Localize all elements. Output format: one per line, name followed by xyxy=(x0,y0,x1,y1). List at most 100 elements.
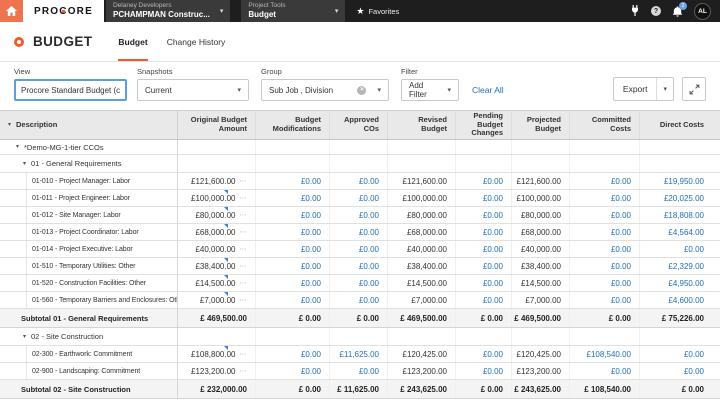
drilldown-value-link[interactable]: £0.00 xyxy=(359,177,379,186)
drilldown-value-link[interactable]: £11,625.00 xyxy=(340,350,379,359)
notifications-bell-icon[interactable]: 2 xyxy=(672,6,683,17)
row-description[interactable]: ▾02 - Site Construction xyxy=(0,328,178,345)
drilldown-value-link[interactable]: £0.00 xyxy=(611,296,631,305)
row-menu-icon[interactable]: ⋯ xyxy=(240,280,248,287)
row-menu-icon[interactable]: ⋯ xyxy=(240,263,248,270)
drilldown-value-link[interactable]: £4,600.00 xyxy=(668,296,704,305)
drilldown-value-link[interactable]: £0.00 xyxy=(611,367,631,376)
drilldown-value-link[interactable]: £0.00 xyxy=(359,245,379,254)
chevron-down-icon[interactable]: ▾ xyxy=(16,144,19,150)
add-filter-button[interactable]: Add Filter ▾ xyxy=(401,79,459,101)
tab-change-history[interactable]: Change History xyxy=(167,22,226,61)
budget-value: £14,500.00 xyxy=(407,279,447,288)
drilldown-value-link[interactable]: £0.00 xyxy=(301,211,321,220)
col-header-committed-costs: Committed Costs xyxy=(570,111,640,139)
drilldown-value-link[interactable]: £0.00 xyxy=(483,367,503,376)
clear-all-link[interactable]: Clear All xyxy=(472,79,504,101)
drilldown-value-link[interactable]: £0.00 xyxy=(301,367,321,376)
row-menu-icon[interactable]: ⋯ xyxy=(240,195,248,202)
drilldown-value-link[interactable]: £0.00 xyxy=(483,245,503,254)
drilldown-value-link[interactable]: £0.00 xyxy=(359,367,379,376)
marketplace-plug-icon[interactable] xyxy=(630,5,640,17)
drilldown-value-link[interactable]: £0.00 xyxy=(611,228,631,237)
drilldown-value-link[interactable]: £0.00 xyxy=(611,211,631,220)
drilldown-value-link[interactable]: £0.00 xyxy=(301,279,321,288)
row-description[interactable]: ▾*Demo-MG-1-tier CCOs xyxy=(0,140,178,154)
drilldown-value-link[interactable]: £0.00 xyxy=(301,296,321,305)
snapshots-select[interactable]: Current ▾ xyxy=(137,79,249,101)
budget-value-cell: £0.00 xyxy=(456,363,512,379)
group-select[interactable]: Sub Job , Division ✕ ▾ xyxy=(261,79,389,101)
chevron-down-icon[interactable]: ▾ xyxy=(23,334,26,340)
snapshots-label: Snapshots xyxy=(137,67,249,76)
chevron-down-icon[interactable]: ▾ xyxy=(23,161,26,167)
row-menu-icon[interactable]: ⋯ xyxy=(240,368,248,375)
row-menu-icon[interactable]: ⋯ xyxy=(240,246,248,253)
drilldown-value-link[interactable]: £0.00 xyxy=(483,211,503,220)
drilldown-value-link[interactable]: £0.00 xyxy=(483,296,503,305)
drilldown-value-link[interactable]: £0.00 xyxy=(483,279,503,288)
view-input[interactable] xyxy=(14,79,127,101)
drilldown-value-link[interactable]: £0.00 xyxy=(301,262,321,271)
drilldown-value-link[interactable]: £0.00 xyxy=(611,262,631,271)
drilldown-value-link[interactable]: £0.00 xyxy=(301,228,321,237)
drilldown-value-link[interactable]: £0.00 xyxy=(684,245,704,254)
budget-value-cell: £0.00 xyxy=(330,241,388,257)
drilldown-value-link[interactable]: £0.00 xyxy=(611,177,631,186)
drilldown-value-link[interactable]: £0.00 xyxy=(359,211,379,220)
row-description[interactable]: ▾01 - General Requirements xyxy=(0,155,178,172)
drilldown-value-link[interactable]: £0.00 xyxy=(301,194,321,203)
collapse-all-icon[interactable]: ▾ xyxy=(8,122,11,128)
drilldown-value-link[interactable]: £0.00 xyxy=(359,194,379,203)
clear-group-icon[interactable]: ✕ xyxy=(357,86,366,95)
drilldown-value-link[interactable]: £0.00 xyxy=(301,245,321,254)
fullscreen-button[interactable] xyxy=(682,77,706,101)
drilldown-value-link[interactable]: £0.00 xyxy=(684,367,704,376)
company-project-selector[interactable]: Delaney Developers PCHAMPMAN Construc...… xyxy=(106,0,230,22)
drilldown-value-link[interactable]: £0.00 xyxy=(483,194,503,203)
row-menu-icon[interactable]: ⋯ xyxy=(240,351,248,358)
drilldown-value-link[interactable]: £0.00 xyxy=(611,245,631,254)
drilldown-value-link[interactable]: £0.00 xyxy=(301,350,321,359)
drilldown-value-link[interactable]: £0.00 xyxy=(483,262,503,271)
drilldown-value-link[interactable]: £0.00 xyxy=(483,228,503,237)
row-menu-icon[interactable]: ⋯ xyxy=(240,212,248,219)
col-header-pending-budget-changes: Pending Budget Changes xyxy=(456,111,512,139)
budget-value-cell: £121,600.00 xyxy=(512,173,570,189)
drilldown-value-link[interactable]: £0.00 xyxy=(611,194,631,203)
procore-logo[interactable]: PROCORE xyxy=(23,0,104,22)
drilldown-value-link[interactable]: £0.00 xyxy=(359,228,379,237)
budget-value-cell: £0.00 xyxy=(330,173,388,189)
row-menu-icon[interactable]: ⋯ xyxy=(240,178,248,185)
drilldown-value-link[interactable]: £0.00 xyxy=(359,296,379,305)
budget-tool-icon xyxy=(14,37,24,47)
tab-budget[interactable]: Budget xyxy=(118,22,147,61)
drilldown-value-link[interactable]: £18,808.00 xyxy=(664,211,704,220)
home-button[interactable] xyxy=(0,0,23,22)
drilldown-value-link[interactable]: £2,329.00 xyxy=(668,262,704,271)
budget-value-cell: £ 0.00 xyxy=(330,309,388,327)
tool-selector[interactable]: Project Tools Budget ▾ xyxy=(241,0,345,22)
drilldown-value-link[interactable]: £0.00 xyxy=(684,350,704,359)
budget-value: £ 0.00 xyxy=(481,385,503,394)
drilldown-value-link[interactable]: £0.00 xyxy=(483,177,503,186)
drilldown-value-link[interactable]: £4,950.00 xyxy=(668,279,704,288)
drilldown-value-link[interactable]: £108,540.00 xyxy=(587,350,632,359)
export-button[interactable]: Export ▾ xyxy=(613,77,674,101)
drilldown-value-link[interactable]: £19,950.00 xyxy=(664,177,704,186)
help-icon[interactable]: ? xyxy=(651,6,661,16)
avatar[interactable]: AL xyxy=(694,3,711,20)
row-menu-icon[interactable]: ⋯ xyxy=(240,297,248,304)
budget-value: £14,500.00 xyxy=(195,279,235,288)
drilldown-value-link[interactable]: £0.00 xyxy=(359,279,379,288)
drilldown-value-link[interactable]: £0.00 xyxy=(483,350,503,359)
drilldown-value-link[interactable]: £0.00 xyxy=(359,262,379,271)
drilldown-value-link[interactable]: £20,025.00 xyxy=(664,194,704,203)
favorites-button[interactable]: ★ Favorites xyxy=(356,0,399,22)
col-header-description[interactable]: ▾ Description xyxy=(0,111,178,139)
row-menu-icon[interactable]: ⋯ xyxy=(240,229,248,236)
drilldown-value-link[interactable]: £4,564.00 xyxy=(668,228,704,237)
drilldown-value-link[interactable]: £0.00 xyxy=(301,177,321,186)
drilldown-value-link[interactable]: £0.00 xyxy=(611,279,631,288)
budget-value: £7,000.00 xyxy=(200,296,236,305)
